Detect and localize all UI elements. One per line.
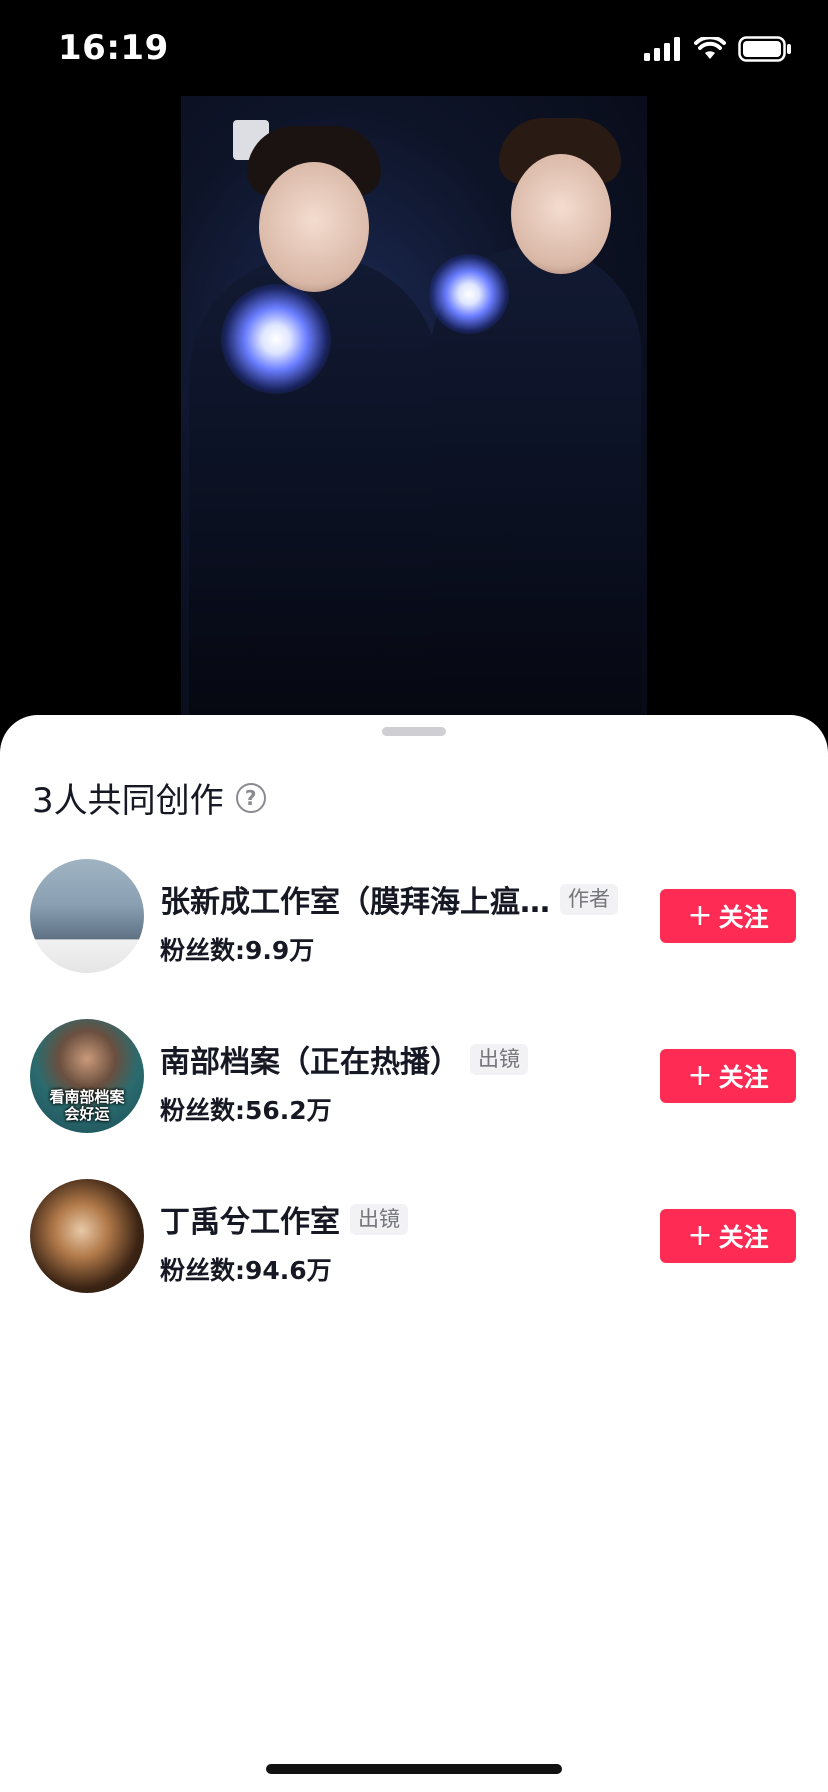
follow-button[interactable]: + 关注 xyxy=(660,1049,796,1103)
creator-row[interactable]: 丁禹兮工作室 出镜 粉丝数:94.6万 + 关注 xyxy=(0,1179,828,1295)
follow-label: 关注 xyxy=(718,903,769,932)
sheet-title: 3人共同创作 xyxy=(32,781,224,821)
status-icons xyxy=(644,36,792,62)
follow-label: 关注 xyxy=(718,1223,769,1252)
creator-row[interactable]: 看南部档案 会好运 南部档案（正在热播） 出镜 粉丝数:56.2万 + 关注 xyxy=(0,1019,828,1135)
creator-name[interactable]: 南部档案（正在热播） xyxy=(160,1037,460,1081)
person-left-face xyxy=(259,162,369,292)
avatar[interactable]: 看南部档案 会好运 xyxy=(30,1019,144,1133)
follow-label: 关注 xyxy=(718,1063,769,1092)
plus-icon: + xyxy=(687,898,713,933)
question-icon[interactable]: ? xyxy=(235,782,266,813)
role-tag: 出镜 xyxy=(470,1043,528,1075)
creator-name[interactable]: 丁禹兮工作室 xyxy=(160,1197,340,1241)
creator-info: 南部档案（正在热播） 出镜 粉丝数:56.2万 xyxy=(160,1037,640,1127)
avatar[interactable] xyxy=(30,1179,144,1293)
name-line: 丁禹兮工作室 出镜 xyxy=(160,1197,640,1241)
creator-row[interactable]: 张新成工作室（膜拜海上瘟… 作者 粉丝数:9.9万 + 关注 xyxy=(0,859,828,975)
name-line: 南部档案（正在热播） 出镜 xyxy=(160,1037,640,1081)
creator-name[interactable]: 张新成工作室（膜拜海上瘟… xyxy=(160,877,550,921)
screen: 16:19 3人共同创作 ? 张新成工作室（膜拜海上瘟… 作者 粉丝数:9.9万… xyxy=(0,0,828,1792)
role-tag: 出镜 xyxy=(350,1203,408,1235)
drag-handle[interactable] xyxy=(382,727,446,736)
battery-icon xyxy=(738,36,791,62)
signal-icon xyxy=(644,37,680,61)
status-bar: 16:19 xyxy=(0,0,828,96)
plus-icon: + xyxy=(687,1058,713,1093)
flashlight-glow-right xyxy=(429,254,509,334)
avatar[interactable] xyxy=(30,859,144,973)
avatar-caption: 看南部档案 会好运 xyxy=(49,1088,125,1123)
plus-icon: + xyxy=(687,1218,713,1253)
creator-info: 张新成工作室（膜拜海上瘟… 作者 粉丝数:9.9万 xyxy=(160,877,640,967)
person-right-face xyxy=(511,154,611,274)
home-indicator[interactable] xyxy=(266,1764,562,1774)
co-creators-sheet: 3人共同创作 ? 张新成工作室（膜拜海上瘟… 作者 粉丝数:9.9万 + 关注 xyxy=(0,715,828,1792)
creator-info: 丁禹兮工作室 出镜 粉丝数:94.6万 xyxy=(160,1197,640,1287)
fans-count: 粉丝数:94.6万 xyxy=(160,1256,332,1285)
fans-count: 粉丝数:56.2万 xyxy=(160,1096,332,1125)
status-time: 16:19 xyxy=(58,28,169,68)
follow-button[interactable]: + 关注 xyxy=(660,1209,796,1263)
fans-count: 粉丝数:9.9万 xyxy=(160,936,315,965)
video-preview[interactable] xyxy=(181,96,647,728)
follow-button[interactable]: + 关注 xyxy=(660,889,796,943)
wifi-icon xyxy=(694,37,726,59)
role-tag: 作者 xyxy=(560,883,618,915)
sheet-header: 3人共同创作 ? xyxy=(32,773,266,822)
flashlight-glow-left xyxy=(221,284,331,394)
name-line: 张新成工作室（膜拜海上瘟… 作者 xyxy=(160,877,640,921)
